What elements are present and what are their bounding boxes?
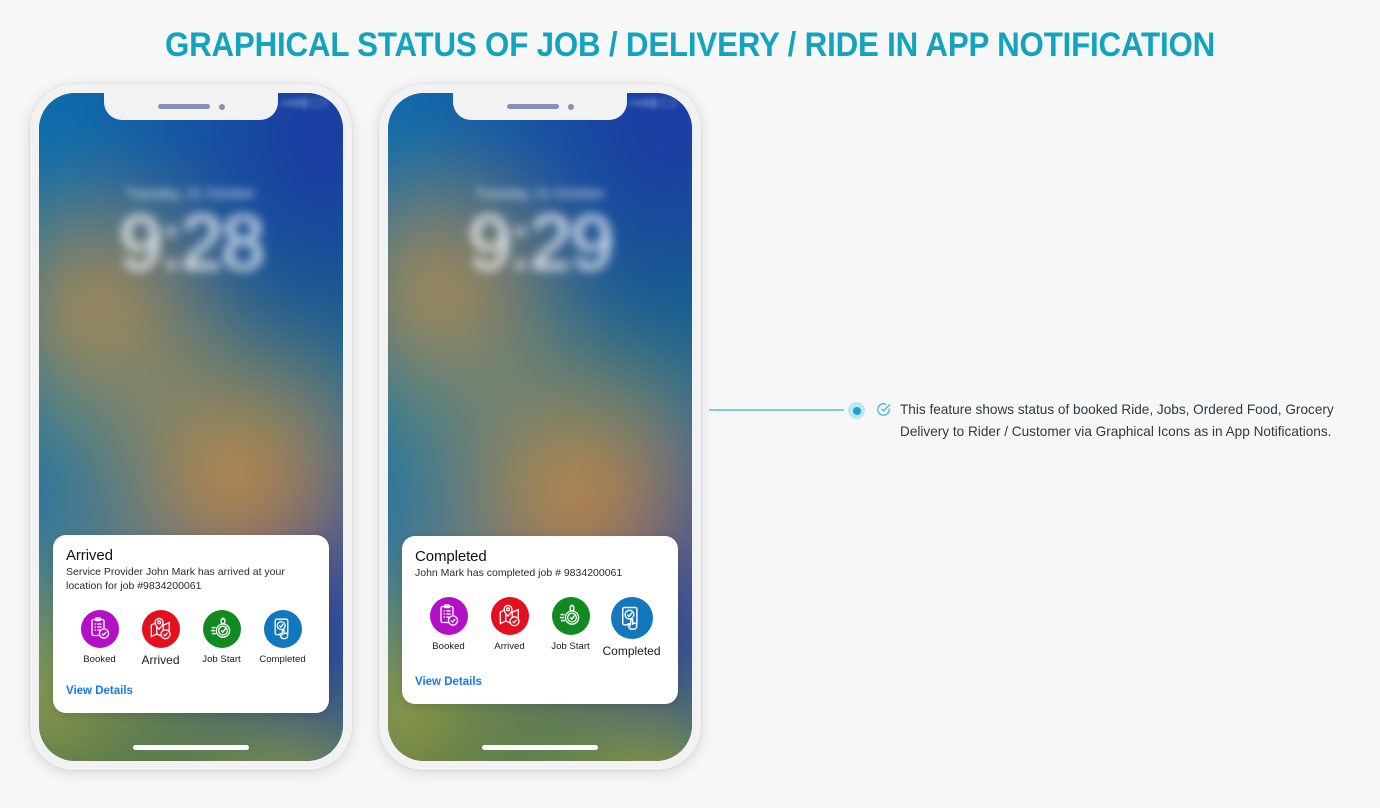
- phone-mockup-left: Tuesday, 21 October 9:28 Arrived Service…: [30, 84, 352, 770]
- clipboard-check-icon: [80, 610, 119, 648]
- status-step-row: Booked Arrived Job Start Completed: [66, 610, 316, 667]
- phone-notch: [453, 93, 627, 120]
- signal-bar-icon: [303, 98, 306, 108]
- status-step-booked[interactable]: Booked: [418, 597, 479, 658]
- stopwatch-check-icon: [202, 610, 241, 648]
- lockscreen-clock: 9:29: [468, 198, 614, 286]
- battery-icon: [659, 99, 676, 107]
- feature-callout-line1: This feature shows status of booked Ride…: [900, 402, 1334, 417]
- status-step-booked[interactable]: Booked: [69, 610, 130, 667]
- home-indicator[interactable]: [133, 745, 249, 750]
- callout-connector-line: [709, 409, 844, 411]
- notification-title: Arrived: [66, 547, 113, 565]
- home-indicator[interactable]: [482, 745, 598, 750]
- status-step-label: Booked: [83, 654, 116, 665]
- status-step-label: Booked: [432, 641, 465, 652]
- status-step-arrived[interactable]: Arrived: [479, 597, 540, 658]
- status-step-label: Completed: [602, 644, 661, 658]
- signal-bar-icon: [652, 98, 655, 108]
- view-details-link[interactable]: View Details: [66, 685, 133, 697]
- feature-callout-text: This feature shows status of booked Ride…: [900, 399, 1334, 443]
- speaker-grille-icon: [157, 104, 210, 109]
- status-bar: [282, 98, 327, 108]
- status-step-label: Job Start: [551, 641, 590, 652]
- status-step-label: Arrived: [494, 641, 525, 652]
- feature-callout: This feature shows status of booked Ride…: [876, 399, 1362, 443]
- status-step-arrived[interactable]: Arrived: [130, 610, 191, 667]
- page-title: GRAPHICAL STATUS OF JOB / DELIVERY / RID…: [164, 26, 1216, 64]
- view-details-link[interactable]: View Details: [415, 676, 482, 688]
- check-circle-icon: [876, 399, 891, 443]
- notification-body: Service Provider John Mark has arrived a…: [66, 566, 285, 593]
- phone-notch: [104, 93, 278, 120]
- bullet-dot-inner: [852, 406, 861, 415]
- signal-bar-icon: [282, 101, 285, 105]
- lockscreen-clock: 9:28: [119, 198, 265, 286]
- bullet-dot-marker: [848, 402, 865, 419]
- battery-icon: [310, 99, 327, 107]
- status-step-completed[interactable]: Completed: [252, 610, 313, 667]
- tap-document-check-icon: [263, 610, 302, 648]
- status-step-job-start[interactable]: Job Start: [540, 597, 601, 658]
- front-camera-icon: [567, 103, 574, 110]
- status-bar: [631, 98, 676, 108]
- signal-bar-icon: [631, 101, 634, 105]
- notification-body: John Mark has completed job # 9834200061: [415, 567, 623, 580]
- status-step-row: Booked Arrived Job Start Completed: [415, 597, 665, 658]
- status-step-label: Job Start: [202, 654, 241, 665]
- signal-bar-icon: [645, 99, 648, 107]
- notification-title: Completed: [415, 548, 487, 566]
- front-camera-icon: [218, 103, 225, 110]
- status-step-label: Completed: [259, 654, 306, 665]
- clipboard-check-icon: [429, 597, 468, 635]
- phone-screen-right: Tuesday, 21 October 9:29 Completed John …: [388, 93, 692, 761]
- signal-bar-icon: [289, 100, 292, 106]
- feature-callout-line2: Delivery to Rider / Customer via Graphic…: [900, 424, 1332, 440]
- signal-bar-icon: [638, 100, 641, 106]
- signal-bar-icon: [296, 99, 299, 107]
- phone-mockup-right: Tuesday, 21 October 9:29 Completed John …: [379, 84, 701, 770]
- status-step-label: Arrived: [141, 653, 180, 667]
- map-pin-check-icon: [141, 610, 180, 648]
- notification-card[interactable]: Arrived Service Provider John Mark has a…: [53, 535, 329, 713]
- map-pin-check-icon: [490, 597, 529, 635]
- speaker-grille-icon: [506, 104, 559, 109]
- phone-screen-left: Tuesday, 21 October 9:28 Arrived Service…: [39, 93, 343, 761]
- notification-card[interactable]: Completed John Mark has completed job # …: [402, 536, 678, 704]
- tap-document-check-icon: [610, 597, 653, 639]
- stopwatch-check-icon: [551, 597, 590, 635]
- status-step-completed[interactable]: Completed: [601, 597, 662, 658]
- status-step-job-start[interactable]: Job Start: [191, 610, 252, 667]
